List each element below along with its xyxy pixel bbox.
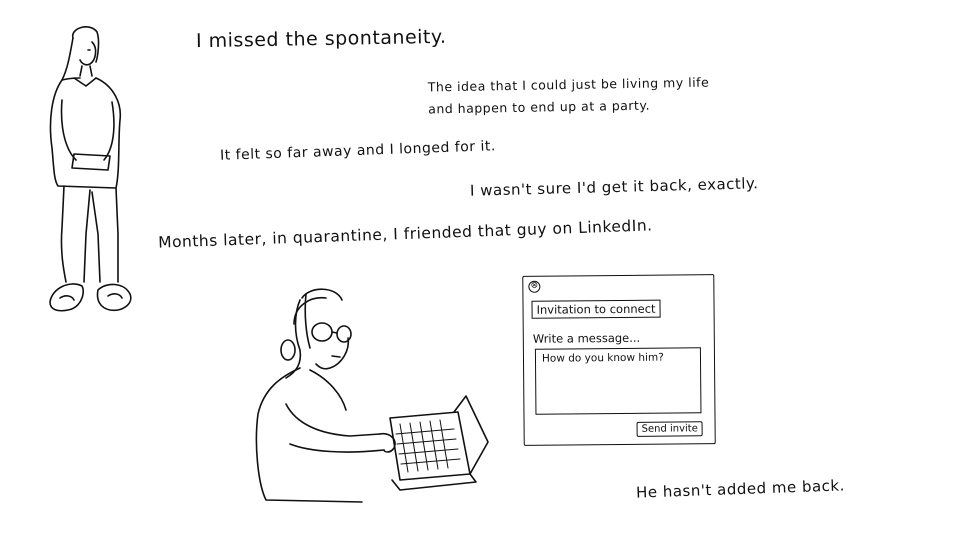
send-invite-button: Send invite — [636, 421, 703, 437]
message-box: How do you know him? — [534, 347, 702, 415]
person-with-laptop-drawing — [255, 288, 489, 503]
message-prompt: Write a message... — [532, 330, 641, 346]
caption-party-line-2: and happen to end up at a party. — [428, 97, 651, 117]
caption-not-sure: I wasn't sure I'd get it back, exactly. — [469, 174, 759, 200]
caption-far-away: It felt so far away and I longed for it. — [219, 138, 497, 164]
caption-party-idea: The idea that I could just be living my … — [428, 72, 710, 121]
invitation-dialog-sketch: ⊗ Invitation to connect Write a message.… — [522, 274, 716, 446]
caption-spontaneity: I missed the spontaneity. — [195, 25, 447, 53]
close-circle-icon: ⊗ — [528, 280, 541, 293]
standing-woman-drawing — [49, 26, 132, 312]
dialog-title: Invitation to connect — [531, 299, 661, 319]
message-text: How do you know him? — [541, 351, 664, 365]
caption-not-added: He hasn't added me back. — [635, 476, 846, 502]
caption-linkedin: Months later, in quarantine, I friended … — [157, 216, 653, 252]
comic-panel: I missed the spontaneity. The idea that … — [0, 0, 960, 540]
